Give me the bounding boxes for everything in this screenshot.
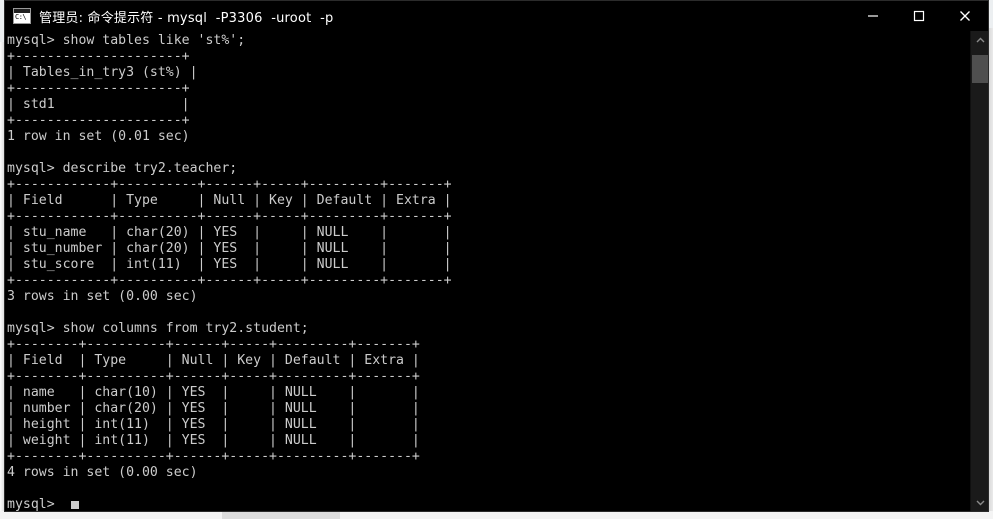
window-title: 管理员: 命令提示符 - mysql -P3306 -uroot -p bbox=[39, 10, 334, 26]
minimize-button[interactable] bbox=[850, 1, 896, 31]
desktop-background-bottom bbox=[0, 511, 993, 519]
console-text: mysql> show tables like 'st%'; +--------… bbox=[7, 33, 452, 511]
window-controls bbox=[850, 1, 988, 31]
vertical-scrollbar[interactable] bbox=[970, 31, 988, 511]
scroll-up-arrow-icon[interactable] bbox=[971, 31, 988, 49]
cmd-icon: C:\ bbox=[13, 8, 31, 24]
console-output-area[interactable]: mysql> show tables like 'st%'; +--------… bbox=[5, 31, 970, 511]
command-prompt-window: C:\ 管理员: 命令提示符 - mysql -P3306 -uroot -p bbox=[4, 0, 989, 512]
close-button[interactable] bbox=[942, 1, 988, 31]
scroll-down-arrow-icon[interactable] bbox=[971, 493, 988, 511]
text-cursor bbox=[70, 501, 79, 509]
window-titlebar[interactable]: C:\ 管理员: 命令提示符 - mysql -P3306 -uroot -p bbox=[5, 1, 988, 31]
screen: C:\ 管理员: 命令提示符 - mysql -P3306 -uroot -p bbox=[0, 0, 993, 519]
taskbar-segment bbox=[222, 511, 340, 519]
cmd-icon-label: C:\ bbox=[15, 13, 27, 21]
scrollbar-thumb[interactable] bbox=[972, 55, 988, 83]
maximize-button[interactable] bbox=[896, 1, 942, 31]
terminal-body: mysql> show tables like 'st%'; +--------… bbox=[5, 31, 988, 511]
